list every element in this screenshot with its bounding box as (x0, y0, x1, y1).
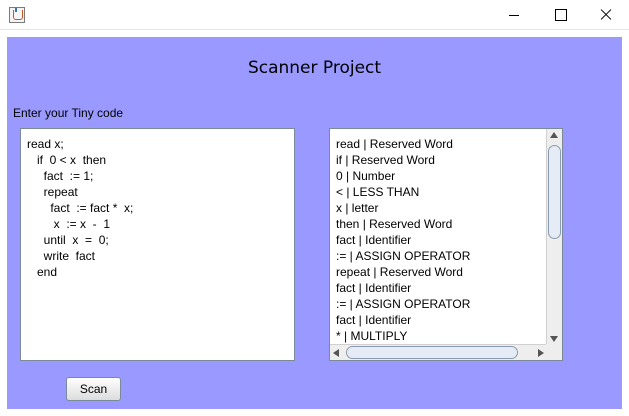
code-line: until x = 0; (27, 233, 109, 247)
scroll-right-icon[interactable] (538, 349, 544, 357)
code-line: fact := fact * x; (27, 201, 134, 215)
code-prompt-label: Enter your Tiny code (13, 106, 124, 120)
token-row: read | Reserved Word (336, 137, 453, 151)
code-line: if 0 < x then (27, 153, 107, 167)
token-row: fact | Identifier (336, 233, 412, 247)
horizontal-scroll-thumb[interactable] (346, 346, 518, 359)
token-row: repeat | Reserved Word (336, 265, 463, 279)
scroll-corner (546, 344, 562, 360)
scan-button[interactable]: Scan (66, 377, 121, 401)
token-row: 0 | Number (336, 169, 396, 183)
token-row: := | ASSIGN OPERATOR (336, 249, 471, 263)
token-row: < | LESS THAN (336, 185, 420, 199)
token-output[interactable]: read | Reserved Word if | Reserved Word … (329, 128, 563, 361)
token-row: fact | Identifier (336, 313, 412, 327)
horizontal-scrollbar[interactable] (330, 344, 547, 360)
code-line: end (27, 265, 58, 279)
vertical-scrollbar[interactable] (546, 129, 562, 345)
minimize-icon[interactable] (491, 0, 537, 30)
maximize-icon[interactable] (537, 0, 583, 30)
token-row: if | Reserved Word (336, 153, 435, 167)
token-row: * | MULTIPLY (336, 329, 408, 343)
token-row: := | ASSIGN OPERATOR (336, 297, 471, 311)
code-line: read x; (27, 137, 64, 151)
token-row: x | letter (336, 201, 379, 215)
code-input[interactable]: read x; if 0 < x then fact := 1; repeat … (20, 128, 295, 361)
scroll-left-icon[interactable] (333, 349, 339, 357)
page-title: Scanner Project (247, 58, 382, 78)
token-row: fact | Identifier (336, 281, 412, 295)
code-line: repeat (27, 185, 78, 199)
close-icon[interactable] (583, 0, 629, 30)
scroll-down-icon[interactable] (550, 336, 558, 342)
token-row: then | Reserved Word (336, 217, 453, 231)
main-panel: Scanner Project Enter your Tiny code rea… (7, 37, 622, 409)
code-line: fact := 1; (27, 169, 94, 183)
code-line: write fact (27, 249, 96, 263)
java-icon[interactable] (9, 7, 25, 23)
code-line: x := x - 1 (27, 217, 111, 231)
token-list: read | Reserved Word if | Reserved Word … (336, 136, 546, 344)
vertical-scroll-thumb[interactable] (548, 145, 561, 239)
title-bar (0, 0, 629, 30)
scroll-up-icon[interactable] (550, 132, 558, 138)
